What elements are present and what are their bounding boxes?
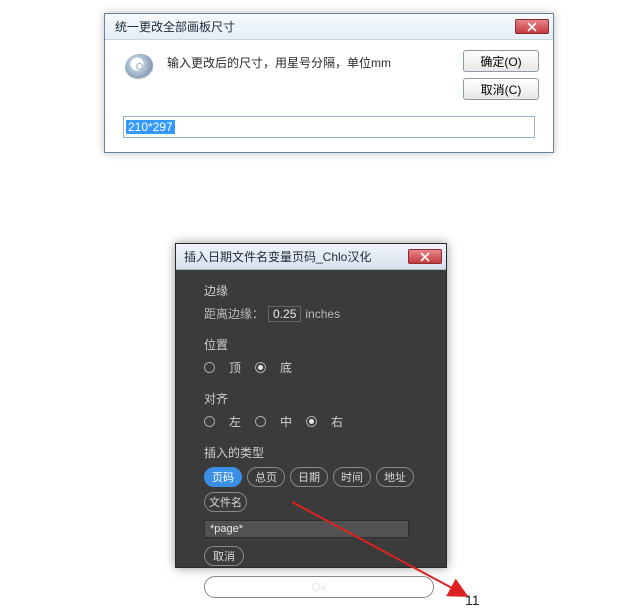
size-input[interactable]: 210*297: [123, 116, 535, 138]
insert-variables-dialog: 插入日期文件名变量页码_Chlo汉化 边缘 距离边缘： 0.25 inches 位置…: [175, 243, 447, 568]
margin-label: 距离边缘：: [204, 307, 264, 321]
ok-button[interactable]: Ok: [204, 576, 434, 598]
margin-row: 距离边缘： 0.25 inches: [204, 305, 428, 322]
margin-section: 边缘 距离边缘： 0.25 inches: [204, 282, 428, 322]
position-section: 位置 顶 底: [204, 336, 428, 376]
radio-top[interactable]: [204, 362, 215, 373]
close-icon[interactable]: [408, 249, 442, 264]
margin-unit: inches: [305, 307, 340, 321]
close-icon[interactable]: [515, 19, 549, 34]
ok-button[interactable]: 确定(O): [463, 50, 539, 72]
size-input-value: 210*297: [126, 120, 175, 134]
radio-center-label: 中: [280, 413, 292, 430]
radio-bottom-label: 底: [280, 359, 292, 376]
dialog2-body: 边缘 距离边缘： 0.25 inches 位置 顶 底 对齐 左 中 右: [176, 270, 446, 606]
variable-input[interactable]: *page*: [204, 520, 409, 538]
position-heading: 位置: [204, 336, 428, 353]
radio-center[interactable]: [255, 416, 266, 427]
pill-page[interactable]: 页码: [204, 467, 242, 487]
resize-artboards-dialog: 统一更改全部画板尺寸 输入更改后的尺寸，用星号分隔，单位mm 确定(O) 取消(…: [104, 13, 554, 153]
pill-file[interactable]: 文件名: [204, 492, 247, 512]
radio-right[interactable]: [306, 416, 317, 427]
radio-left[interactable]: [204, 416, 215, 427]
radio-bottom[interactable]: [255, 362, 266, 373]
pill-total[interactable]: 总页: [247, 467, 285, 487]
radio-left-label: 左: [229, 413, 241, 430]
dialog2-title: 插入日期文件名变量页码_Chlo汉化: [184, 248, 408, 265]
radio-top-label: 顶: [229, 359, 241, 376]
cancel-button[interactable]: 取消: [204, 546, 244, 566]
align-heading: 对齐: [204, 390, 428, 407]
dialog1-message: 输入更改后的尺寸，用星号分隔，单位mm: [167, 50, 455, 71]
pill-date[interactable]: 日期: [290, 467, 328, 487]
align-section: 对齐 左 中 右: [204, 390, 428, 430]
margin-value-input[interactable]: 0.25: [268, 306, 301, 322]
disc-icon: [125, 54, 157, 86]
dialog1-body: 输入更改后的尺寸，用星号分隔，单位mm 确定(O) 取消(C) 210*297: [105, 40, 553, 150]
margin-heading: 边缘: [204, 282, 428, 299]
dialog2-titlebar[interactable]: 插入日期文件名变量页码_Chlo汉化: [176, 244, 446, 270]
page-number: 11: [465, 592, 480, 608]
pill-time[interactable]: 时间: [333, 467, 371, 487]
pill-addr[interactable]: 地址: [376, 467, 414, 487]
insert-heading: 插入的类型: [204, 444, 428, 461]
cancel-button[interactable]: 取消(C): [463, 78, 539, 100]
insert-type-section: 插入的类型 页码 总页 日期 时间 地址 文件名 *page* 取消: [204, 444, 428, 566]
dialog1-title: 统一更改全部画板尺寸: [115, 18, 515, 35]
dialog1-titlebar[interactable]: 统一更改全部画板尺寸: [105, 14, 553, 40]
radio-right-label: 右: [331, 413, 343, 430]
